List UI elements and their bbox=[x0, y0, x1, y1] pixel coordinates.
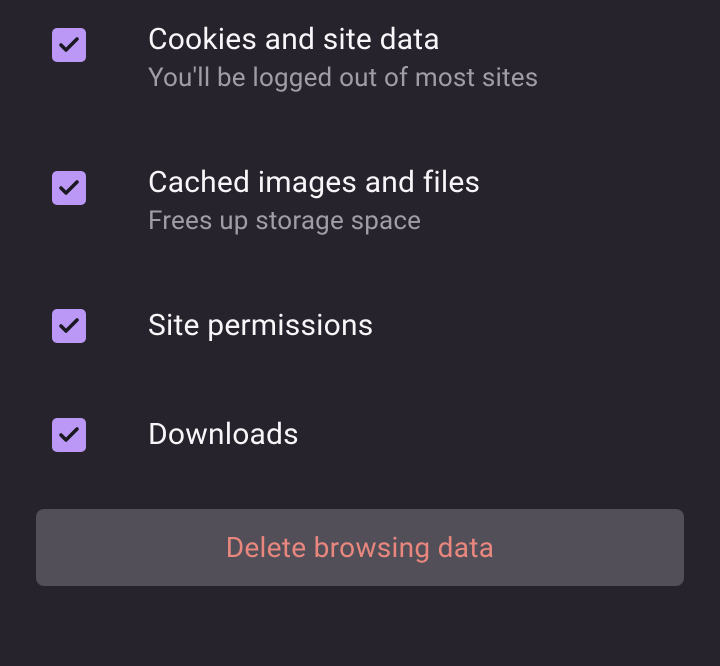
checkmark-icon bbox=[52, 28, 86, 62]
checkbox-cached[interactable] bbox=[52, 171, 86, 205]
option-subtitle: You'll be logged out of most sites bbox=[148, 63, 668, 93]
delete-button[interactable]: Delete browsing data bbox=[36, 509, 684, 586]
checkbox-site-permissions[interactable] bbox=[52, 309, 86, 343]
checkbox-downloads[interactable] bbox=[52, 418, 86, 452]
checkmark-icon bbox=[52, 171, 86, 205]
checkmark-icon bbox=[52, 309, 86, 343]
option-title: Cookies and site data bbox=[148, 20, 668, 59]
option-text-site-permissions: Site permissions bbox=[148, 306, 668, 345]
option-text-cookies: Cookies and site data You'll be logged o… bbox=[148, 20, 668, 93]
option-title: Cached images and files bbox=[148, 163, 668, 202]
option-downloads[interactable]: Downloads bbox=[0, 415, 720, 454]
option-cached[interactable]: Cached images and files Frees up storage… bbox=[0, 163, 720, 236]
checkmark-icon bbox=[52, 418, 86, 452]
option-text-downloads: Downloads bbox=[148, 415, 668, 454]
option-title: Site permissions bbox=[148, 306, 668, 345]
option-title: Downloads bbox=[148, 415, 668, 454]
button-container: Delete browsing data bbox=[0, 509, 720, 586]
option-site-permissions[interactable]: Site permissions bbox=[0, 306, 720, 345]
option-text-cached: Cached images and files Frees up storage… bbox=[148, 163, 668, 236]
option-cookies[interactable]: Cookies and site data You'll be logged o… bbox=[0, 20, 720, 93]
checkbox-cookies[interactable] bbox=[52, 28, 86, 62]
option-subtitle: Frees up storage space bbox=[148, 206, 668, 236]
